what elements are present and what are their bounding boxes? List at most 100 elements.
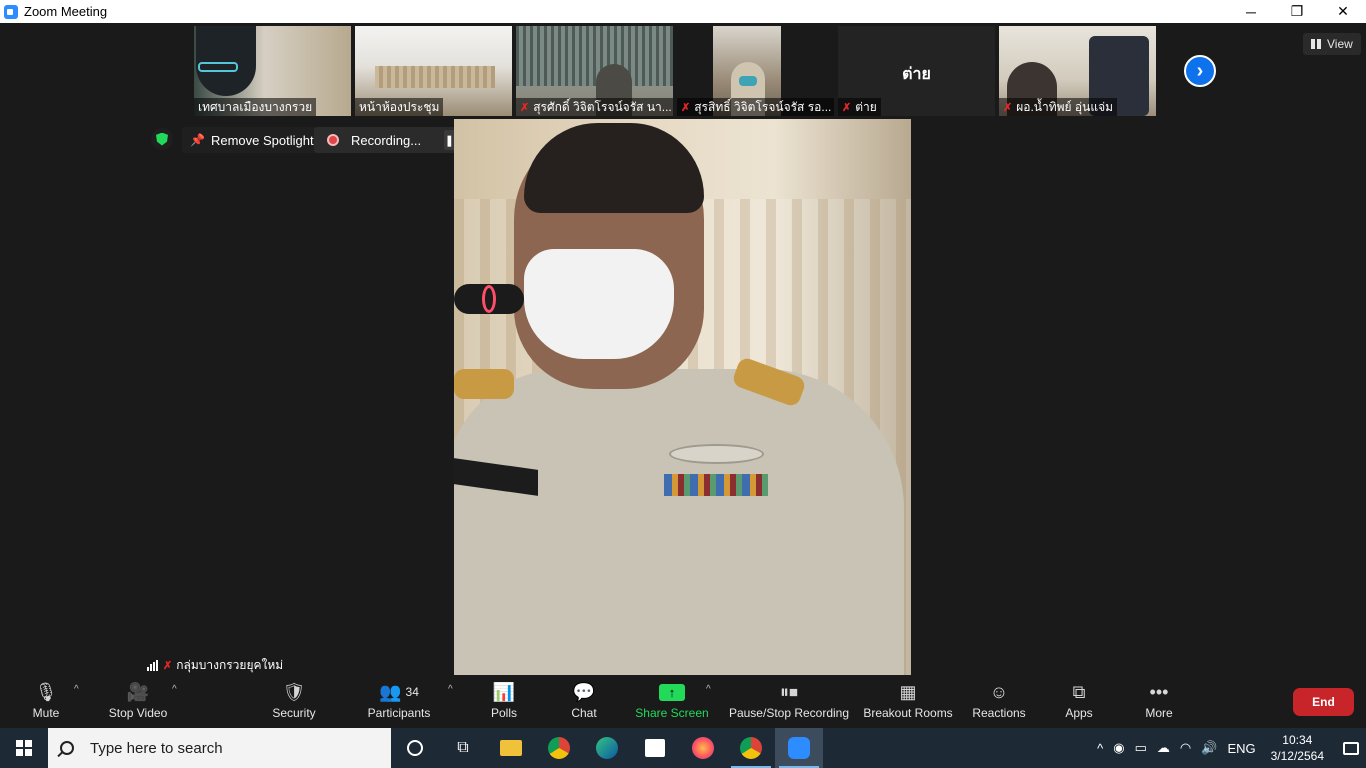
chrome-profile-button[interactable] — [727, 728, 775, 768]
notification-center-button[interactable] — [1336, 728, 1366, 768]
participant-thumbnail[interactable]: ✗ สุรสิทธิ์ วิจิตโรจน์จรัส รอ... — [677, 26, 834, 116]
mic-muted-icon: ✗ — [681, 101, 691, 114]
participant-thumbnail[interactable]: เทศบาลเมืองบางกรวย — [194, 26, 351, 116]
restore-button[interactable]: ❐ — [1274, 0, 1320, 23]
taskbar-clock[interactable]: 10:34 3/12/2564 — [1271, 732, 1324, 764]
security-button[interactable]: 🛡 Security — [266, 678, 322, 728]
close-button[interactable]: ✕ — [1320, 0, 1366, 23]
end-meeting-button[interactable]: End — [1293, 688, 1354, 716]
recording-label: Recording... — [351, 132, 422, 148]
zoom-taskbar-button[interactable] — [775, 728, 823, 768]
signal-strength-icon — [147, 659, 158, 671]
participant-name: ✗ สุรศักดิ์ วิจิตโรจน์จรัส นา... — [516, 98, 673, 116]
edge-button[interactable] — [583, 728, 631, 768]
windows-taskbar: Type here to search ⧉ ^ ◉ ▭ ☁ ◠ 🔊 ENG 10… — [0, 728, 1366, 768]
apps-button[interactable]: ⧉ Apps — [1060, 678, 1098, 728]
recording-dot-icon — [327, 134, 339, 146]
taskbar-search-box[interactable]: Type here to search — [48, 728, 391, 768]
system-tray: ^ ◉ ▭ ☁ ◠ 🔊 ENG 10:34 3/12/2564 — [1092, 728, 1366, 768]
speaker-ribbons — [664, 474, 768, 496]
participant-avatar-name: ต่าย — [902, 66, 931, 83]
pin-icon: 📌 — [190, 133, 205, 147]
participant-name: หน้าห้องประชุม — [355, 98, 444, 116]
volume-icon[interactable]: 🔊 — [1201, 740, 1217, 756]
cortana-icon — [407, 740, 423, 756]
mute-button[interactable]: 🎙 Mute — [22, 678, 70, 728]
remove-spotlight-button[interactable]: 📌 Remove Spotlight — [182, 127, 322, 153]
windows-logo-icon — [16, 740, 32, 756]
firefox-button[interactable] — [679, 728, 727, 768]
task-view-button[interactable]: ⧉ — [439, 728, 487, 768]
meeting-stage: เทศบาลเมืองบางกรวย หน้าห้องประชุม ✗ สุรศั… — [0, 23, 1366, 678]
speaker-hair — [524, 123, 704, 213]
clock-date: 3/12/2564 — [1270, 749, 1324, 763]
share-screen-icon: ↑ — [659, 683, 685, 701]
store-button[interactable] — [631, 728, 679, 768]
window-controls: ─ ❐ ✕ — [1228, 0, 1366, 23]
webcam-icon[interactable]: ◉ — [1113, 740, 1124, 756]
participant-name: ✗ สุรสิทธิ์ วิจิตโรจน์จรัส รอ... — [677, 98, 834, 116]
participant-name: ✗ ต่าย — [838, 98, 881, 116]
file-explorer-button[interactable] — [487, 728, 535, 768]
breakout-rooms-icon: ▦ — [899, 681, 917, 702]
microphone-icon: 🎙 — [34, 681, 58, 702]
reactions-button[interactable]: ☺ Reactions — [970, 678, 1028, 728]
next-page-button[interactable]: › — [1184, 55, 1216, 87]
participant-thumbnail[interactable]: ✗ ผอ.น้ำทิพย์ อุ่นแจ่ม — [999, 26, 1156, 116]
participant-thumbnail[interactable]: ต่าย ✗ ต่าย — [838, 26, 995, 116]
shield-icon: 🛡 — [282, 681, 306, 702]
zoom-icon — [788, 737, 810, 759]
bar-chart-icon: 📊 — [492, 681, 516, 702]
edge-icon — [596, 737, 618, 759]
battery-icon[interactable]: ▭ — [1135, 740, 1147, 756]
audio-options-caret[interactable]: ^ — [74, 684, 79, 695]
firefox-icon — [692, 737, 714, 759]
video-camera-icon: 🎥 — [126, 681, 150, 702]
mic-muted-icon: ✗ — [1003, 101, 1013, 114]
speaker-epaulette — [454, 369, 514, 399]
view-button[interactable]: View — [1303, 33, 1361, 55]
minimize-button[interactable]: ─ — [1228, 0, 1274, 23]
participants-icon: 👥 34 — [379, 681, 419, 702]
ellipsis-icon: ••• — [1149, 681, 1169, 702]
clock-time: 10:34 — [1282, 733, 1313, 747]
share-options-caret[interactable]: ^ — [706, 684, 711, 695]
breakout-rooms-button[interactable]: ▦ Breakout Rooms — [862, 678, 954, 728]
thumbnail-strip: เทศบาลเมืองบางกรวย หน้าห้องประชุม ✗ สุรศั… — [194, 26, 1156, 116]
stop-video-button[interactable]: 🎥 Stop Video — [104, 678, 172, 728]
meeting-toolbar: 🎙 Mute ^ 🎥 Stop Video ^ 🛡 Security 👥 34 P… — [0, 678, 1366, 728]
participant-name: เทศบาลเมืองบางกรวย — [194, 98, 317, 116]
pause-stop-recording-button[interactable]: ⏸⏹ Pause/Stop Recording — [728, 678, 850, 728]
participant-thumbnail[interactable]: ✗ สุรศักดิ์ วิจิตโรจน์จรัส นา... — [516, 26, 673, 116]
search-icon — [60, 741, 74, 755]
language-indicator[interactable]: ENG — [1227, 741, 1255, 756]
chrome-button[interactable] — [535, 728, 583, 768]
speaker-mask — [524, 249, 674, 359]
polls-button[interactable]: 📊 Polls — [484, 678, 524, 728]
cortana-button[interactable] — [391, 728, 439, 768]
participant-video — [516, 26, 673, 86]
onedrive-cloud-icon[interactable]: ☁ — [1157, 740, 1170, 756]
video-options-caret[interactable]: ^ — [172, 684, 177, 695]
chevron-up-icon[interactable]: ^ — [1097, 741, 1103, 756]
smiley-icon: ☺ — [989, 681, 1009, 702]
title-bar: Zoom Meeting ─ ❐ ✕ — [0, 0, 1366, 23]
security-shield-icon[interactable] — [151, 128, 173, 150]
shield-shape — [156, 132, 168, 146]
microphone-light — [482, 285, 496, 313]
task-view-icon: ⧉ — [457, 739, 469, 756]
window-title: Zoom Meeting — [24, 4, 108, 19]
wifi-icon[interactable]: ◠ — [1180, 740, 1191, 756]
speaker-body — [454, 369, 904, 675]
notification-icon — [1343, 741, 1359, 755]
grid-icon — [1311, 39, 1321, 49]
participant-thumbnail[interactable]: หน้าห้องประชุม — [355, 26, 512, 116]
participants-options-caret[interactable]: ^ — [448, 684, 453, 695]
participants-button[interactable]: 👥 34 Participants — [366, 678, 432, 728]
share-screen-button[interactable]: ↑ Share Screen — [634, 678, 710, 728]
more-button[interactable]: ••• More — [1140, 678, 1178, 728]
chevron-right-icon: › — [1196, 59, 1204, 82]
participant-video — [196, 26, 256, 96]
chat-button[interactable]: 💬 Chat — [564, 678, 604, 728]
start-button[interactable] — [0, 728, 48, 768]
